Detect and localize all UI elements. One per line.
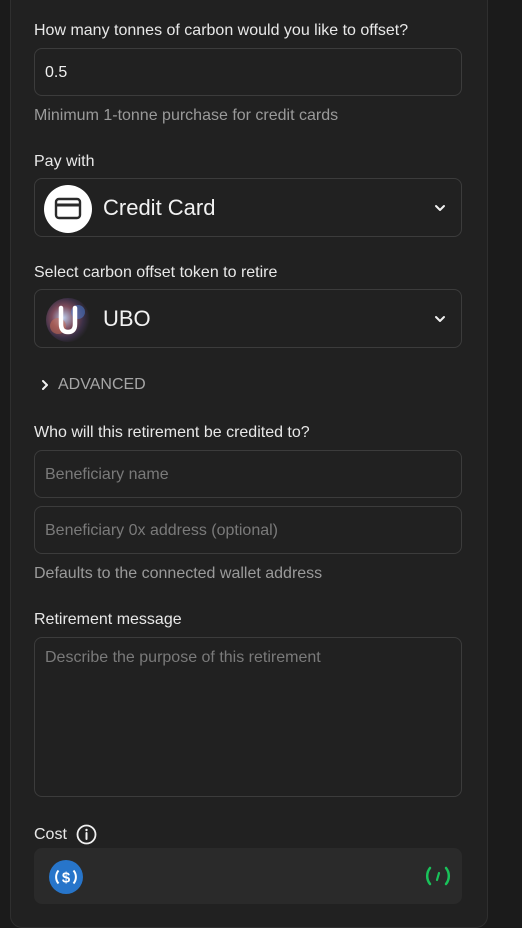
chevron-down-icon xyxy=(435,205,445,211)
beneficiary-label: Who will this retirement be credited to? xyxy=(34,424,310,441)
chevron-down-icon xyxy=(435,316,445,322)
advanced-label: ADVANCED xyxy=(58,376,146,393)
offset-quantity-label: How many tonnes of carbon would you like… xyxy=(34,22,409,39)
pay-with-label: Pay with xyxy=(34,153,95,170)
token-select[interactable]: UBO xyxy=(34,289,462,348)
minimum-purchase-hint: Minimum 1-tonne purchase for credit card… xyxy=(34,107,339,124)
advanced-toggle[interactable]: ADVANCED xyxy=(38,374,168,396)
retirement-message-label: Retirement message xyxy=(34,611,182,628)
token-select-label: Select carbon offset token to retire xyxy=(34,264,278,281)
cost-label: Cost xyxy=(34,826,67,843)
cost-display: $ xyxy=(34,848,462,904)
svg-text:$: $ xyxy=(62,870,71,887)
beneficiary-name-input[interactable]: Beneficiary name xyxy=(34,450,462,498)
token-value: UBO xyxy=(103,306,151,331)
beneficiary-name-placeholder: Beneficiary name xyxy=(45,466,169,483)
offset-quantity-input[interactable]: 0.5 xyxy=(34,48,462,96)
retirement-message-placeholder: Describe the purpose of this retirement xyxy=(45,649,321,666)
beneficiary-address-placeholder: Beneficiary 0x address (optional) xyxy=(45,522,279,539)
payment-method-select[interactable]: Credit Card xyxy=(34,178,462,237)
ubo-token-icon xyxy=(44,296,92,344)
info-icon[interactable] xyxy=(76,824,97,845)
payment-method-value: Credit Card xyxy=(103,195,216,220)
retirement-message-textarea[interactable]: Describe the purpose of this retirement xyxy=(34,637,462,797)
usdc-icon: $ xyxy=(49,860,83,894)
beneficiary-address-input[interactable]: Beneficiary 0x address (optional) xyxy=(34,506,462,554)
credit-card-icon xyxy=(44,185,92,233)
beneficiary-default-hint: Defaults to the connected wallet address xyxy=(34,565,323,582)
offset-quantity-value: 0.5 xyxy=(45,64,68,81)
chevron-right-icon xyxy=(42,380,48,390)
loading-spinner-icon xyxy=(426,866,450,886)
